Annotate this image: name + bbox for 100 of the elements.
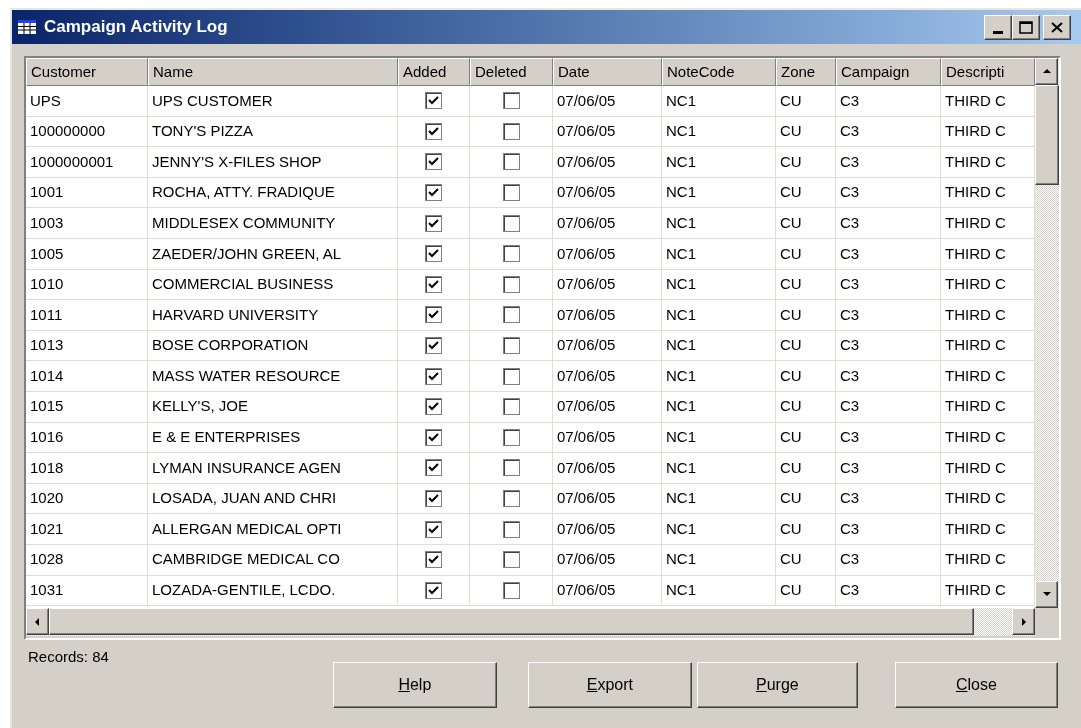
column-header[interactable]: Zone: [776, 58, 836, 86]
scroll-down-button[interactable]: [1035, 581, 1058, 608]
table-cell: NC1: [662, 177, 776, 209]
table-cell: NC1: [662, 330, 776, 362]
table-cell: 07/06/05: [553, 269, 662, 301]
close-icon: [1051, 21, 1063, 33]
table-cell: NC1: [662, 238, 776, 270]
column-header[interactable]: NoteCode: [662, 58, 776, 86]
table-cell: C3: [836, 116, 941, 148]
table-cell: HARVARD UNIVERSITY: [148, 300, 398, 331]
checkmark-icon: [428, 493, 439, 504]
column-header[interactable]: Campaign: [836, 58, 941, 86]
checkmark-icon: [428, 156, 439, 168]
checkbox[interactable]: [425, 428, 442, 446]
checkbox[interactable]: [425, 214, 442, 232]
table-cell: C3: [836, 514, 941, 545]
checkbox[interactable]: [502, 459, 520, 477]
scroll-thumb[interactable]: [1035, 85, 1059, 185]
table-cell: 1005: [26, 238, 148, 270]
column-header[interactable]: Descripti: [941, 58, 1035, 86]
table-cell: 1016: [26, 422, 148, 454]
checkbox[interactable]: [502, 490, 520, 507]
table-cell: 100000000: [26, 116, 148, 148]
scroll-left-button[interactable]: [26, 608, 49, 635]
table-cell: 1031: [26, 575, 148, 607]
table-cell: 1028: [26, 544, 148, 576]
table-cell: NC1: [662, 483, 776, 515]
checkbox[interactable]: [425, 398, 442, 416]
checkbox[interactable]: [502, 428, 520, 446]
checkbox[interactable]: [425, 184, 442, 202]
checkbox[interactable]: [425, 122, 442, 140]
dialog-button[interactable]: Purge: [696, 662, 858, 708]
column-header[interactable]: Added: [398, 58, 470, 86]
checkbox[interactable]: [502, 337, 520, 355]
table-cell: CU: [776, 544, 836, 576]
column-header[interactable]: Deleted: [470, 58, 553, 86]
checkmark-icon: [428, 462, 439, 474]
table-cell: C3: [836, 330, 941, 362]
checkbox[interactable]: [502, 214, 520, 232]
table-cell: MASS WATER RESOURCE: [148, 361, 398, 392]
checkbox[interactable]: [425, 92, 442, 110]
checkbox[interactable]: [502, 184, 520, 202]
checkbox[interactable]: [425, 367, 442, 385]
table-cell: 07/06/05: [553, 453, 662, 484]
column-header[interactable]: Customer: [26, 58, 148, 86]
checkbox[interactable]: [502, 581, 520, 599]
table-cell: LOSADA, JUAN AND CHRI: [148, 483, 398, 515]
maximize-button[interactable]: [1012, 14, 1040, 40]
checkbox[interactable]: [425, 275, 442, 293]
checkbox[interactable]: [425, 153, 442, 171]
checkbox[interactable]: [425, 490, 442, 507]
checkbox[interactable]: [425, 551, 442, 569]
vertical-scrollbar[interactable]: [1035, 58, 1059, 608]
checkbox[interactable]: [425, 520, 442, 538]
table-cell: CU: [776, 453, 836, 484]
checkbox[interactable]: [502, 122, 520, 140]
table-cell: C3: [836, 361, 941, 392]
table-cell: CU: [776, 391, 836, 423]
table-cell: 1014: [26, 361, 148, 392]
checkbox[interactable]: [425, 459, 442, 477]
checkbox[interactable]: [502, 367, 520, 385]
checkbox[interactable]: [502, 398, 520, 416]
table-cell: MIDDLESEX COMMUNITY: [148, 208, 398, 239]
checkbox[interactable]: [425, 581, 442, 599]
table-cell: NC1: [662, 116, 776, 148]
dialog-button[interactable]: Help: [332, 662, 497, 708]
checkmark-icon: [428, 95, 439, 107]
checkbox[interactable]: [502, 306, 520, 324]
column-header[interactable]: Name: [148, 58, 398, 86]
table-cell: 07/06/05: [553, 514, 662, 545]
table-cell: 07/06/05: [553, 300, 662, 331]
close-button[interactable]: [1043, 14, 1071, 40]
checkbox[interactable]: [502, 92, 520, 110]
table-cell: 07/06/05: [553, 238, 662, 270]
checkmark-icon: [428, 431, 439, 443]
checkbox[interactable]: [502, 245, 520, 263]
table-cell: C3: [836, 177, 941, 209]
table-cell: LYMAN INSURANCE AGEN: [148, 453, 398, 484]
minimize-button[interactable]: [984, 14, 1012, 40]
table-cell: C3: [836, 269, 941, 301]
checkbox[interactable]: [502, 520, 520, 538]
column-header[interactable]: Date: [553, 58, 662, 86]
scroll-up-button[interactable]: [1035, 58, 1058, 85]
checkbox[interactable]: [502, 275, 520, 293]
checkbox[interactable]: [502, 153, 520, 171]
table-cell: KELLY'S, JOE: [148, 391, 398, 423]
table-cell: ROCHA, ATTY. FRADIQUE: [148, 177, 398, 209]
checkbox[interactable]: [425, 245, 442, 263]
table-cell: LOZADA-GENTILE, LCDO.: [148, 575, 398, 607]
checkbox[interactable]: [425, 306, 442, 324]
records-count: Records: 84: [28, 647, 109, 667]
scroll-right-button[interactable]: [1012, 608, 1035, 635]
checkbox[interactable]: [502, 551, 520, 569]
table-cell: 1001: [26, 177, 148, 209]
table-cell: CU: [776, 575, 836, 607]
dialog-button[interactable]: Export: [527, 662, 692, 708]
checkmark-icon: [428, 584, 439, 596]
dialog-button[interactable]: Close: [894, 662, 1058, 708]
checkbox[interactable]: [425, 337, 442, 355]
checkmark-icon: [428, 187, 439, 199]
